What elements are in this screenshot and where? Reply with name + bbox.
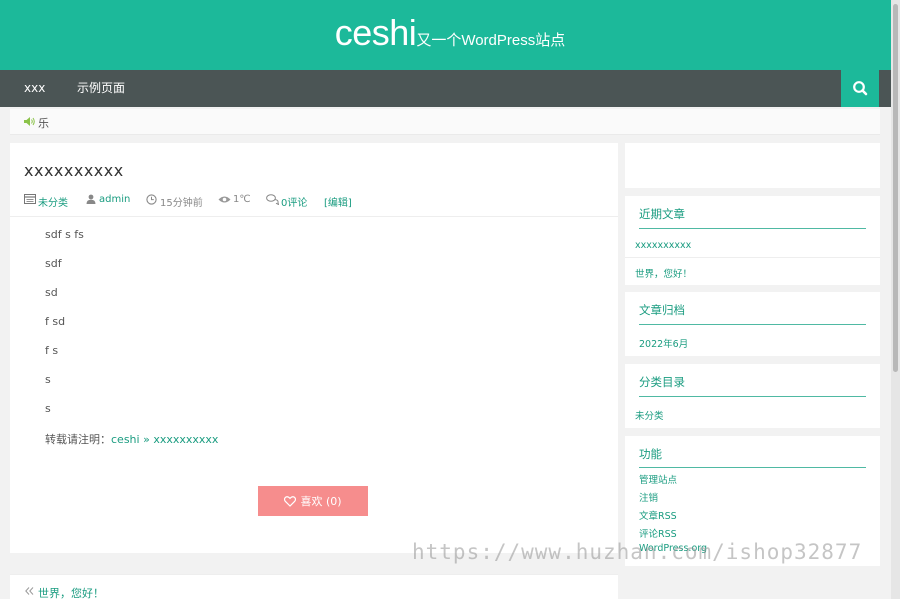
widget-empty	[625, 143, 880, 188]
eye-icon	[218, 196, 231, 203]
meta-link-comments-rss[interactable]: 评论RSS	[639, 526, 677, 540]
reprint-separator: »	[139, 433, 154, 446]
widget-recent-posts: 近期文章 xxxxxxxxxx 世界，您好！	[625, 196, 880, 285]
site-title[interactable]: ceshi	[335, 12, 417, 53]
widget-title-underline	[639, 228, 866, 229]
notice-bar: 乐	[10, 109, 880, 135]
prev-post-bar: 世界，您好！	[10, 574, 618, 599]
post-views: 1℃	[233, 194, 251, 205]
widget-title-underline	[639, 467, 866, 468]
recent-post-link[interactable]: 世界，您好！	[635, 266, 692, 280]
post-category-link[interactable]: 未分类	[38, 194, 68, 209]
category-icon	[24, 194, 36, 204]
widget-title: 文章归档	[639, 303, 685, 317]
widget-title: 功能	[639, 447, 662, 461]
divider	[625, 257, 880, 258]
archive-link[interactable]: 2022年6月	[639, 336, 688, 350]
search-button[interactable]	[841, 70, 879, 107]
nav-item-xxx[interactable]: xxx	[24, 70, 45, 107]
prev-post-link[interactable]: 世界，您好！	[38, 585, 104, 599]
recent-post-link[interactable]: xxxxxxxxxx	[635, 240, 691, 251]
meta-divider	[10, 216, 618, 217]
reprint-site-link[interactable]: ceshi	[111, 433, 140, 446]
meta-link-site-admin[interactable]: 管理站点	[639, 472, 677, 486]
post-paragraph: sdf s fs	[45, 228, 84, 241]
post-paragraph: sd	[45, 286, 58, 299]
watermark-text: https://www.huzhan.com/ishop32877	[412, 540, 863, 564]
post-paragraph: s	[45, 402, 51, 415]
nav-item-sample-page[interactable]: 示例页面	[77, 70, 125, 107]
double-chevron-left-icon	[25, 587, 34, 595]
post-title: xxxxxxxxxx	[24, 161, 124, 180]
like-button[interactable]: 喜欢 (0)	[258, 486, 368, 516]
post-comments-link[interactable]: 0评论	[281, 194, 307, 209]
widget-title: 分类目录	[639, 375, 685, 389]
scrollbar-thumb[interactable]	[893, 4, 898, 372]
post-paragraph: sdf	[45, 257, 62, 270]
post-paragraph: s	[45, 373, 51, 386]
widget-categories: 分类目录 未分类	[625, 364, 880, 428]
meta-link-logout[interactable]: 注销	[639, 490, 658, 504]
widget-title: 近期文章	[639, 207, 685, 221]
heart-icon	[284, 495, 297, 507]
site-header: ceshi又一个WordPress站点	[0, 0, 900, 70]
search-icon	[853, 81, 868, 96]
widget-title-underline	[639, 324, 866, 325]
notice-text: 乐	[38, 117, 49, 130]
reprint-notice: 转载请注明：ceshi » xxxxxxxxxx	[45, 431, 218, 447]
main-nav: xxx 示例页面	[0, 70, 900, 107]
post-author-link[interactable]: admin	[99, 194, 130, 205]
post-time: 15分钟前	[160, 198, 203, 209]
clock-icon	[146, 194, 157, 205]
widget-title-underline	[639, 396, 866, 397]
like-label: 喜欢 (0)	[300, 495, 342, 508]
category-link[interactable]: 未分类	[635, 408, 664, 422]
speaker-icon	[24, 117, 35, 126]
post-edit-link[interactable]: [编辑]	[324, 194, 352, 209]
reprint-post-link[interactable]: xxxxxxxxxx	[153, 433, 218, 446]
reprint-label: 转载请注明：	[45, 433, 111, 446]
user-icon	[86, 194, 96, 204]
widget-archives: 文章归档 2022年6月	[625, 292, 880, 356]
post-article: xxxxxxxxxx 未分类 admin 15分钟前 1℃ 0评论 [编辑] s…	[10, 143, 618, 553]
site-description: 又一个WordPress站点	[416, 32, 566, 49]
post-paragraph: f s	[45, 344, 59, 357]
comment-icon	[266, 194, 279, 205]
meta-link-entries-rss[interactable]: 文章RSS	[639, 508, 677, 522]
post-paragraph: f sd	[45, 315, 66, 328]
